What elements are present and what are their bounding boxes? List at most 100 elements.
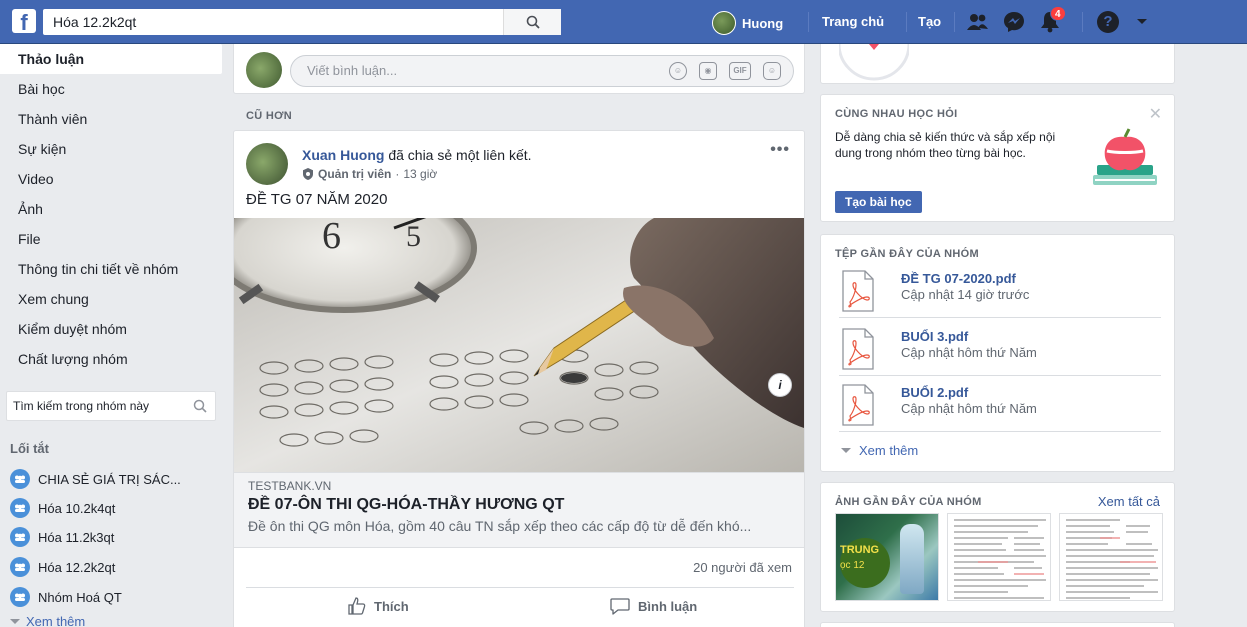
file-name[interactable]: ĐỀ TG 07-2020.pdf [901, 271, 1016, 286]
file-updated: Cập nhật hôm thứ Năm [901, 401, 1037, 416]
shortcut-item[interactable]: CHIA SẺ GIÁ TRỊ SÁC... [10, 467, 181, 491]
file-name[interactable]: BUỔI 2.pdf [901, 385, 968, 400]
create-link[interactable]: Tạo [918, 14, 941, 29]
chevron-down-icon[interactable] [1130, 10, 1154, 34]
emoji-icon[interactable]: ☺ [669, 62, 687, 80]
apple-books-icon [1093, 128, 1157, 185]
info-icon[interactable]: i [768, 373, 792, 397]
file-item[interactable]: ĐỀ TG 07-2020.pdf Cập nhật 14 giờ trước [841, 269, 1161, 319]
top-navigation-bar: f Hóa 12.2k2qt Huong Trang chủ Tạo 4 ? [0, 0, 1247, 44]
thumbnail-text: TRUNG [840, 544, 880, 556]
card-title: ẢNH GẦN ĐÂY CỦA NHÓM [835, 496, 982, 508]
group-icon [10, 498, 30, 518]
divider [839, 375, 1161, 376]
post-timestamp[interactable]: 13 giờ [403, 167, 437, 181]
gif-icon[interactable]: GIF [729, 62, 751, 80]
divider [808, 12, 809, 32]
close-icon[interactable]: ✕ [1149, 104, 1162, 124]
divider [839, 431, 1161, 432]
messenger-icon[interactable] [1002, 10, 1026, 34]
camera-icon[interactable]: ◉ [699, 62, 717, 80]
comment-placeholder: Viết bình luận... [307, 63, 398, 78]
shortcut-label: CHIA SẺ GIÁ TRỊ SÁC... [38, 471, 181, 487]
search-button[interactable] [503, 9, 561, 35]
search-input[interactable]: Hóa 12.2k2qt [43, 9, 561, 35]
group-icon [10, 469, 30, 489]
shortcuts-see-more-link[interactable]: Xem thêm [10, 614, 85, 627]
user-name: Huong [742, 15, 784, 31]
sidebar-item-members[interactable]: Thành viên [0, 104, 222, 134]
friend-requests-icon[interactable] [966, 10, 990, 34]
help-icon[interactable]: ? [1096, 10, 1120, 34]
thumbnail-text: ọc 12 [840, 560, 865, 571]
home-link[interactable]: Trang chủ [822, 14, 884, 29]
group-sidebar: Thảo luận Bài học Thành viên Sự kiện Vid… [0, 44, 222, 374]
post-text: ĐỀ TG 07 NĂM 2020 [246, 191, 388, 208]
file-item[interactable]: BUỔI 2.pdf Cập nhật hôm thứ Năm [841, 383, 1161, 433]
help-glyph: ? [1097, 11, 1119, 33]
sidebar-item-group-quality[interactable]: Chất lượng nhóm [0, 344, 222, 374]
link-preview-image[interactable]: 6 5 [234, 218, 804, 472]
user-avatar [712, 11, 736, 35]
document-thumbnail [1066, 519, 1158, 599]
sidebar-item-events[interactable]: Sự kiện [0, 134, 222, 164]
view-count[interactable]: 20 người đã xem [693, 560, 792, 575]
thumbnail-flask [900, 524, 924, 594]
like-button[interactable]: Thích [348, 597, 409, 615]
sidebar-item-photos[interactable]: Ảnh [0, 194, 222, 224]
divider [954, 12, 955, 32]
divider [246, 587, 794, 588]
see-all-photos-link[interactable]: Xem tất cả [1098, 494, 1160, 509]
illustration [839, 44, 909, 81]
photo-thumbnail[interactable] [1059, 513, 1163, 601]
sidebar-item-watch-party[interactable]: Xem chung [0, 284, 222, 314]
files-see-more-link[interactable]: Xem thêm [841, 443, 918, 458]
sidebar-item-lessons[interactable]: Bài học [0, 74, 222, 104]
shortcut-item[interactable]: Hóa 12.2k2qt [10, 555, 115, 579]
pdf-file-icon [842, 328, 874, 370]
post-author-role: Quản trị viên [318, 167, 392, 181]
profile-link[interactable]: Huong [712, 11, 783, 35]
group-search-input[interactable]: Tìm kiếm trong nhóm này [6, 391, 216, 421]
sidebar-item-group-insights[interactable]: Thông tin chi tiết về nhóm [0, 254, 222, 284]
link-title[interactable]: ĐỀ 07-ÔN THI QG-HÓA-THẦY HƯƠNG QT [248, 496, 790, 514]
shortcut-item[interactable]: Hóa 11.2k3qt [10, 525, 114, 549]
recent-files-card: TỆP GẦN ĐÂY CỦA NHÓM ĐỀ TG 07-2020.pdf C… [820, 234, 1175, 472]
comment-icon [610, 598, 630, 615]
notifications-icon[interactable]: 4 [1038, 6, 1066, 34]
meta-separator: · [395, 167, 400, 181]
group-icon [10, 527, 30, 547]
comment-input[interactable]: Viết bình luận... ☺ ◉ GIF ☺ [290, 55, 794, 87]
feed-post: Xuan Huong đã chia sẻ một liên kết. Quản… [233, 130, 805, 627]
more-options-icon[interactable]: ••• [770, 141, 790, 159]
link-preview[interactable]: TESTBANK.VN ĐỀ 07-ÔN THI QG-HÓA-THẦY HƯƠ… [234, 472, 804, 548]
admin-badge-icon [303, 168, 313, 180]
group-info-card [820, 44, 1175, 84]
group-icon [10, 587, 30, 607]
avatar[interactable] [246, 143, 288, 185]
photo-thumbnail[interactable] [947, 513, 1051, 601]
sidebar-item-discussion[interactable]: Thảo luận [0, 44, 222, 74]
recent-photos-card: ẢNH GẦN ĐÂY CỦA NHÓM Xem tất cả TRUNG ọc… [820, 482, 1175, 612]
file-name[interactable]: BUỔI 3.pdf [901, 329, 968, 344]
shortcut-item[interactable]: Nhóm Hoá QT [10, 585, 122, 609]
shortcut-item[interactable]: Hóa 10.2k4qt [10, 496, 115, 520]
chevron-down-icon [10, 618, 20, 624]
facebook-logo-icon[interactable]: f [12, 9, 36, 33]
sidebar-item-moderation[interactable]: Kiểm duyệt nhóm [0, 314, 222, 344]
like-icon [348, 597, 366, 615]
create-lesson-button[interactable]: Tạo bài học [835, 191, 922, 213]
photo-thumbnail[interactable]: TRUNG ọc 12 [835, 513, 939, 601]
sidebar-item-files[interactable]: File [0, 224, 222, 254]
post-meta: Quản trị viên · 13 giờ [302, 167, 437, 181]
card-title: TỆP GẦN ĐÂY CỦA NHÓM [835, 248, 979, 260]
file-item[interactable]: BUỔI 3.pdf Cập nhật hôm thứ Năm [841, 327, 1161, 377]
comment-button[interactable]: Bình luận [610, 597, 697, 615]
comment-composer: Viết bình luận... ☺ ◉ GIF ☺ [233, 44, 805, 94]
sticker-icon[interactable]: ☺ [763, 62, 781, 80]
sidebar-item-videos[interactable]: Video [0, 164, 222, 194]
svg-text:6: 6 [322, 218, 341, 257]
link-description: Đề ôn thi QG môn Hóa, gồm 40 câu TN sắp … [248, 518, 752, 534]
shortcut-label: Hóa 12.2k2qt [38, 559, 116, 575]
post-author-link[interactable]: Xuan Huong [302, 147, 384, 163]
